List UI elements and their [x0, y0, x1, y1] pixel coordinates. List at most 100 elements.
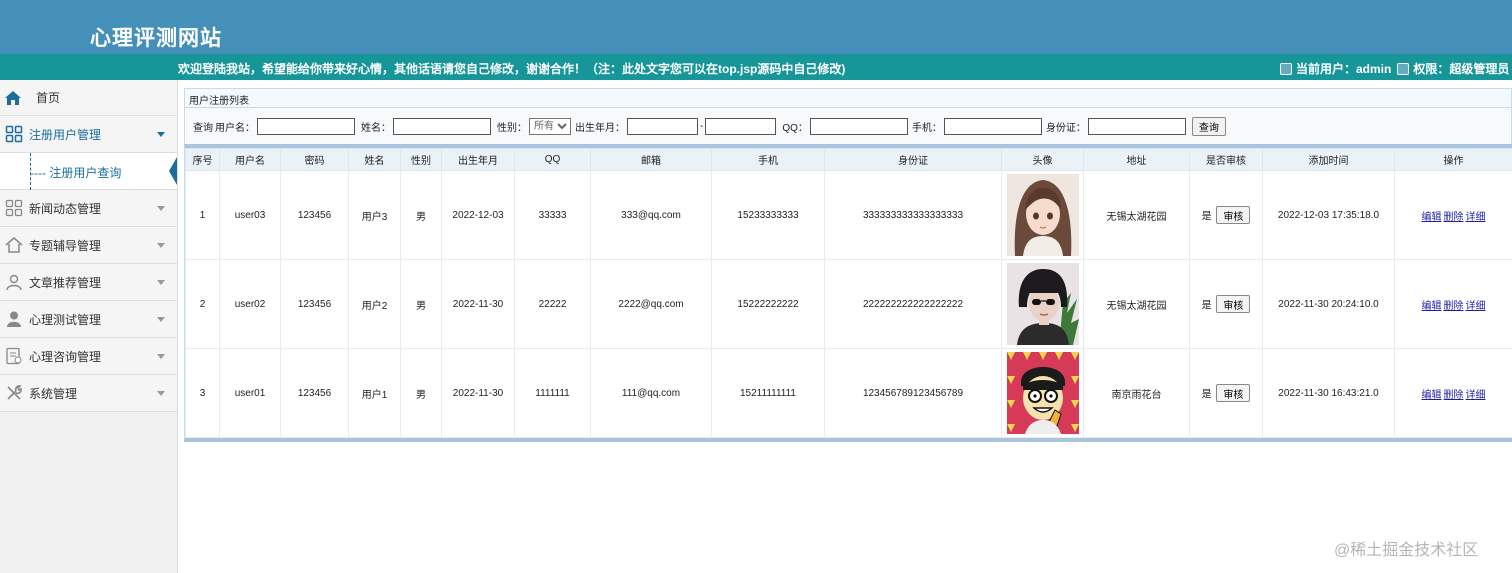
- column-header: 用户名: [219, 148, 281, 171]
- cell-idcard: 123456789123456789: [824, 348, 1002, 438]
- cell-email: 2222@qq.com: [590, 259, 712, 349]
- cell-added: 2022-12-03 17:35:18.0: [1262, 170, 1395, 260]
- column-header: 姓名: [348, 148, 401, 171]
- sidebar-group-articles[interactable]: 文章推荐管理: [0, 264, 177, 301]
- cell-audit: 是 审核: [1189, 348, 1263, 438]
- detail-link[interactable]: 详细: [1466, 212, 1486, 223]
- cell-idcard: 222222222222222222: [824, 259, 1002, 349]
- phone-label: 手机：: [911, 122, 942, 134]
- audit-button[interactable]: 审核: [1216, 295, 1251, 313]
- info-bar: 欢迎登陆我站，希望能给你带来好心情，其他话语请您自己修改，谢谢合作！（注：此处文…: [0, 54, 1512, 80]
- sidebar-group-psych-tests[interactable]: 心理测试管理: [0, 301, 177, 338]
- cell-gender: 男: [400, 170, 442, 260]
- sidebar: 首页 注册用户管理 ---- 注册用户查询 新闻动态管理 专题辅导管理 文章推荐…: [0, 80, 178, 573]
- user-info: 当前用户：admin 权限：超级管理员 退出: [1280, 60, 1512, 77]
- panel-title: 用户注册列表: [184, 88, 1512, 108]
- sidebar-group-consulting[interactable]: 心理咨询管理: [0, 338, 177, 375]
- cell-no: 2: [185, 259, 220, 349]
- sidebar-group-news[interactable]: 新闻动态管理: [0, 190, 177, 227]
- audit-status: 是: [1201, 211, 1212, 223]
- column-header: 手机: [711, 148, 825, 171]
- qq-input[interactable]: [809, 117, 908, 135]
- chevron-down-icon: [157, 354, 165, 359]
- cell-actions: 编辑 删除 详细: [1394, 170, 1512, 260]
- sidebar-group-system[interactable]: 系统管理: [0, 375, 177, 412]
- cell-birth: 2022-11-30: [441, 259, 515, 349]
- column-header: 是否审核: [1189, 148, 1263, 171]
- delete-link[interactable]: 删除: [1444, 212, 1464, 223]
- chevron-down-icon: [157, 317, 165, 322]
- cell-username: user03: [219, 170, 281, 260]
- delete-link[interactable]: 删除: [1444, 301, 1464, 312]
- cell-qq: 1111111: [514, 348, 591, 438]
- search-bar: 查询 用户名： 姓名： 性别： 所有 出生年月： - QQ： 手机： 身份证： …: [184, 108, 1512, 144]
- gender-select[interactable]: 所有: [529, 117, 571, 135]
- range-dash: -: [700, 120, 704, 132]
- cell-name: 用户3: [348, 170, 401, 260]
- grid-icon: [5, 199, 23, 217]
- birth-start-input[interactable]: [627, 117, 698, 135]
- table-header-row: 序号 用户名 密码 姓名 性别 出生年月 QQ 邮箱 手机 身份证 头像 地址 …: [185, 148, 1512, 171]
- detail-link[interactable]: 详细: [1466, 390, 1486, 401]
- sidebar-item-label: 专题辅导管理: [29, 238, 102, 253]
- name-label: 姓名：: [361, 122, 391, 134]
- cell-gender: 男: [400, 259, 442, 349]
- cell-added: 2022-11-30 20:24:10.0: [1262, 259, 1395, 349]
- chevron-down-icon: [157, 243, 165, 248]
- cartoon-glasses-avatar: [1006, 352, 1079, 434]
- cell-actions: 编辑 删除 详细: [1394, 259, 1512, 349]
- sidebar-item-label: 首页: [36, 91, 61, 105]
- cell-password: 123456: [280, 348, 349, 438]
- sidebar-group-user-registration[interactable]: 注册用户管理: [0, 116, 177, 153]
- cell-actions: 编辑 删除 详细: [1394, 348, 1512, 438]
- column-header: QQ: [514, 148, 591, 171]
- user-icon: [1280, 62, 1292, 75]
- username-label: 用户名：: [215, 122, 255, 134]
- user-outline-icon: [6, 274, 22, 291]
- audit-status: 是: [1201, 389, 1212, 401]
- column-header: 序号: [185, 148, 220, 171]
- birth-end-input[interactable]: [705, 117, 777, 135]
- chevron-down-icon: [157, 132, 165, 137]
- column-header: 出生年月: [441, 148, 515, 171]
- edit-link[interactable]: 编辑: [1422, 301, 1442, 312]
- cell-added: 2022-11-30 16:43:21.0: [1262, 348, 1395, 438]
- user-table-wrapper: 序号 用户名 密码 姓名 性别 出生年月 QQ 邮箱 手机 身份证 头像 地址 …: [184, 144, 1512, 442]
- detail-link[interactable]: 详细: [1466, 301, 1486, 312]
- edit-link[interactable]: 编辑: [1422, 212, 1442, 223]
- sidebar-item-label: 文章推荐管理: [29, 275, 102, 290]
- delete-link[interactable]: 删除: [1444, 390, 1464, 401]
- search-button[interactable]: 查询: [1191, 116, 1226, 136]
- form-icon: [6, 347, 22, 365]
- cell-no: 3: [185, 348, 220, 438]
- cell-address: 无锡太湖花园: [1083, 259, 1190, 349]
- column-header: 邮箱: [590, 148, 712, 171]
- sidebar-item-home[interactable]: 首页: [0, 80, 177, 116]
- person-icon: [7, 311, 21, 327]
- cell-password: 123456: [280, 259, 349, 349]
- cell-email: 333@qq.com: [590, 170, 712, 260]
- cell-qq: 33333: [514, 170, 591, 260]
- table-row: 3 user01 123456 用户1 男 2022-11-30 1111111…: [185, 348, 1512, 438]
- idcard-input[interactable]: [1087, 117, 1186, 135]
- cell-username: user01: [219, 348, 281, 438]
- house-icon: [5, 237, 23, 253]
- phone-input[interactable]: [943, 117, 1042, 135]
- edit-link[interactable]: 编辑: [1422, 390, 1442, 401]
- audit-button[interactable]: 审核: [1216, 206, 1251, 224]
- sidebar-item-user-query[interactable]: ---- 注册用户查询: [0, 153, 177, 190]
- grid-icon: [5, 125, 23, 143]
- home-icon: [5, 90, 21, 105]
- name-input[interactable]: [393, 117, 491, 135]
- sidebar-group-topics[interactable]: 专题辅导管理: [0, 227, 177, 264]
- chevron-down-icon: [157, 280, 165, 285]
- cell-name: 用户1: [348, 348, 401, 438]
- column-header: 操作: [1394, 148, 1512, 171]
- column-header: 身份证: [824, 148, 1002, 171]
- search-query-label: 查询: [193, 122, 213, 134]
- birth-label: 出生年月：: [575, 122, 625, 134]
- audit-button[interactable]: 审核: [1216, 384, 1251, 402]
- username-input[interactable]: [257, 117, 355, 135]
- sidebar-item-label: 系统管理: [29, 386, 78, 401]
- table-row: 2 user02 123456 用户2 男 2022-11-30 22222 2…: [185, 259, 1512, 349]
